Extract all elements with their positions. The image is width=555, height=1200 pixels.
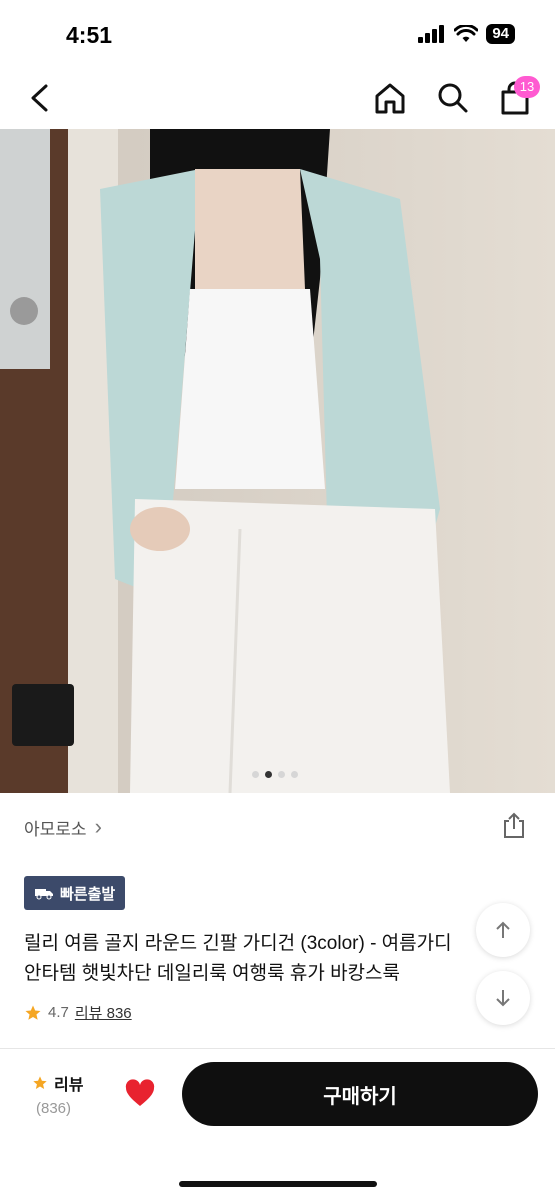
heart-icon[interactable] <box>124 1078 156 1110</box>
battery-indicator: 94 <box>486 24 515 44</box>
product-photo <box>0 129 555 793</box>
cellular-signal-icon <box>418 25 445 43</box>
arrow-up-icon <box>496 921 510 938</box>
status-icons: 94 <box>418 24 515 44</box>
home-icon[interactable] <box>372 80 408 116</box>
star-icon <box>33 1076 47 1089</box>
chevron-right-icon: › <box>94 814 102 839</box>
review-count-link[interactable]: 리뷰 836 <box>75 1002 132 1023</box>
search-icon[interactable] <box>434 80 470 116</box>
status-time: 4:51 <box>66 22 113 48</box>
image-carousel-dots[interactable] <box>252 771 298 778</box>
buy-button[interactable]: 구매하기 <box>182 1062 538 1126</box>
seller-link[interactable]: 아모로소 › <box>24 814 102 840</box>
fast-shipping-label: 빠른출발 <box>60 885 116 903</box>
review-label-text: 리뷰 <box>54 1077 84 1094</box>
scroll-to-bottom-button[interactable] <box>476 971 530 1025</box>
share-icon[interactable] <box>500 811 528 839</box>
carousel-dot[interactable] <box>278 771 285 778</box>
carousel-dot-active[interactable] <box>265 771 272 778</box>
fast-shipping-badge: 빠른출발 <box>24 876 126 910</box>
rating-score: 4.7 <box>48 1004 69 1021</box>
seller-name: 아모로소 <box>24 819 87 839</box>
carousel-dot[interactable] <box>252 771 259 778</box>
cart-count-badge: 13 <box>514 76 540 98</box>
star-icon <box>25 1005 41 1020</box>
wifi-icon <box>454 25 479 42</box>
product-title-line-2: 안타템 햇빛차단 데일리룩 여행룩 휴가 바캉스룩 <box>24 963 400 984</box>
divider <box>0 1048 555 1049</box>
carousel-dot[interactable] <box>291 771 298 778</box>
product-title-line-1: 릴리 여름 골지 라운드 긴팔 가디건 (3color) - 여름가디 <box>24 933 452 954</box>
arrow-down-icon <box>496 990 510 1007</box>
review-count: (836) <box>36 1100 72 1117</box>
fast-delivery-icon <box>35 889 53 900</box>
back-icon[interactable] <box>22 80 58 116</box>
scroll-to-top-button[interactable] <box>476 903 530 957</box>
home-indicator <box>179 1181 377 1187</box>
product-image[interactable] <box>0 129 555 793</box>
review-summary-button[interactable]: 리뷰 <box>32 1071 83 1095</box>
rating-row: 4.7 리뷰 836 <box>24 1002 132 1023</box>
